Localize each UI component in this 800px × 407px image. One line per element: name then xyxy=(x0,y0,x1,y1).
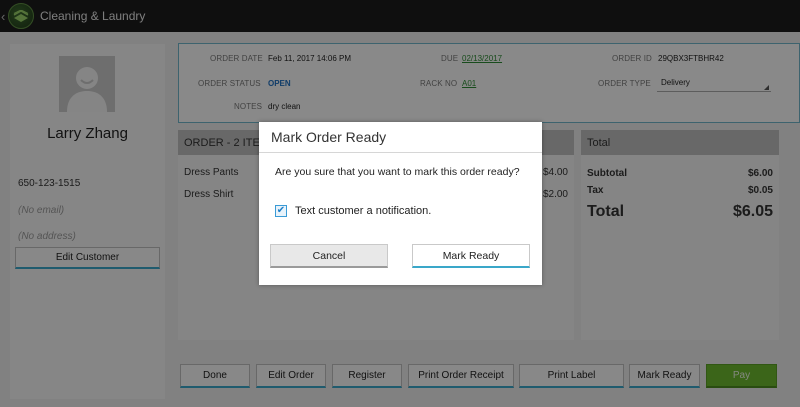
dialog-title: Mark Order Ready xyxy=(271,129,387,145)
mark-ready-dialog: Mark Order Ready Are you sure that you w… xyxy=(259,122,542,285)
checkmark-icon: ✔ xyxy=(276,205,286,216)
confirm-mark-ready-button[interactable]: Mark Ready xyxy=(412,244,530,268)
cancel-button[interactable]: Cancel xyxy=(270,244,388,268)
notification-checkbox[interactable]: ✔ xyxy=(275,205,287,217)
dialog-message: Are you sure that you want to mark this … xyxy=(275,166,520,178)
notification-checkbox-label[interactable]: Text customer a notification. xyxy=(295,205,431,217)
dialog-divider xyxy=(259,152,542,153)
